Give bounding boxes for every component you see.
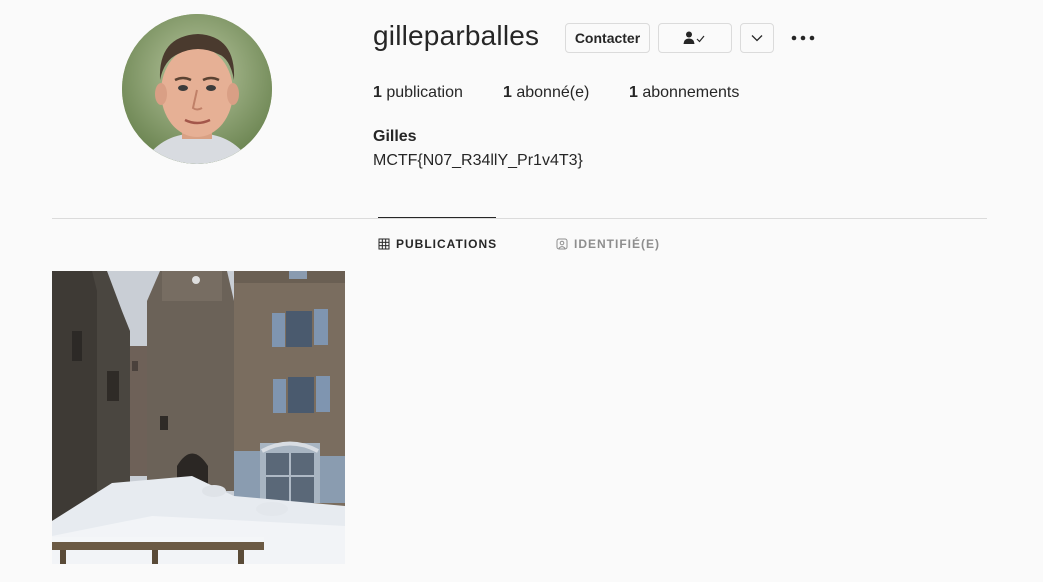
profile-bio: MCTF{N07_R34llY_Pr1v4T3}	[373, 152, 583, 169]
posts-count-value: 1	[373, 84, 382, 101]
following-count-label: abonnements	[642, 84, 740, 101]
tab-publications-label: PUBLICATIONS	[396, 237, 498, 251]
followers-count-value: 1	[503, 84, 512, 101]
post-thumbnail[interactable]	[52, 271, 345, 564]
posts-count-label: publication	[386, 84, 463, 101]
following-button[interactable]	[658, 23, 732, 53]
suggestions-button[interactable]	[740, 23, 774, 53]
tabs-divider	[52, 218, 987, 219]
tab-publications[interactable]: PUBLICATIONS	[378, 237, 497, 251]
tagged-person-icon	[556, 238, 568, 250]
following-count-value: 1	[629, 84, 638, 101]
grid-icon	[378, 238, 390, 250]
following-link[interactable]: 1 abonnements	[629, 83, 739, 103]
person-check-icon	[683, 31, 707, 45]
followers-link[interactable]: 1 abonné(e)	[503, 83, 589, 103]
profile-full-name: Gilles	[373, 128, 417, 145]
chevron-down-icon	[751, 34, 763, 42]
tab-tagged-label: IDENTIFIÉ(E)	[574, 237, 660, 251]
profile-page: gilleparballes Contacter 1 publication 1…	[0, 0, 1043, 582]
profile-username: gilleparballes	[373, 20, 540, 51]
profile-avatar[interactable]	[122, 14, 272, 164]
contact-button[interactable]: Contacter	[565, 23, 650, 53]
followers-count-label: abonné(e)	[516, 84, 590, 101]
options-button[interactable]	[790, 28, 816, 48]
ellipsis-icon	[791, 35, 815, 41]
posts-count: 1 publication	[373, 83, 463, 103]
active-tab-indicator	[378, 217, 496, 218]
tab-tagged[interactable]: IDENTIFIÉ(E)	[556, 237, 660, 251]
